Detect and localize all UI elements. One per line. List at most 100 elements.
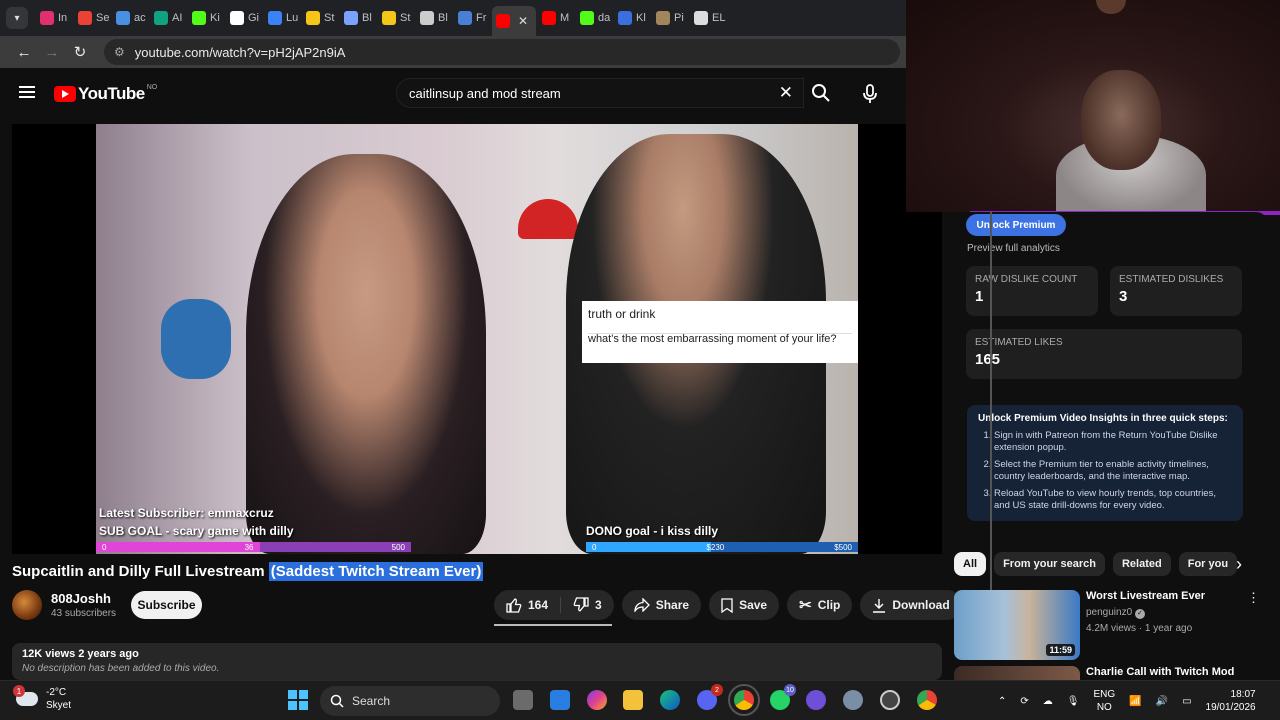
site-settings-icon[interactable]: ⚙ xyxy=(114,45,125,59)
dislike-button[interactable]: 3 xyxy=(561,590,614,620)
menu-hamburger-icon[interactable] xyxy=(19,86,35,98)
browser-tab[interactable]: In xyxy=(36,5,72,31)
recommendation-item[interactable]: 11:59 Worst Livestream Ever penguinz0 ✓ … xyxy=(954,590,1260,660)
windows-start-button[interactable] xyxy=(288,690,308,710)
like-button[interactable]: 164 xyxy=(494,590,560,620)
whatsapp-icon[interactable]: 10 xyxy=(770,684,796,710)
video-actions: 164 3 Share Save ✂ Clip Download ••• xyxy=(494,590,1000,626)
taskbar-search[interactable]: Search xyxy=(320,686,500,716)
browser-tab[interactable]: Se xyxy=(74,5,110,31)
cloud-sync-icon[interactable]: ☁ xyxy=(1043,696,1053,707)
browser-tab[interactable]: M xyxy=(538,5,574,31)
reload-icon[interactable]: ↻ xyxy=(66,43,94,61)
estimated-likes-card: ESTIMATED LIKES 165 xyxy=(966,329,1242,379)
share-button[interactable]: Share xyxy=(621,590,702,620)
clock[interactable]: 18:07 19/01/2026 xyxy=(1206,688,1256,714)
dono-goal-target: $500 xyxy=(834,542,852,552)
file-explorer-icon[interactable] xyxy=(623,690,643,710)
chip-related[interactable]: Related xyxy=(1112,552,1171,576)
settings-gear-icon[interactable] xyxy=(843,690,863,710)
chip-all[interactable]: All xyxy=(954,552,987,576)
webcam-overlay xyxy=(906,0,1280,212)
chrome-profile-icon[interactable] xyxy=(917,690,937,710)
save-button[interactable]: Save xyxy=(709,590,780,620)
channel-avatar[interactable] xyxy=(12,590,42,620)
search-button[interactable] xyxy=(804,78,838,108)
weather-badge: 1 xyxy=(13,685,25,697)
back-arrow-icon[interactable]: ← xyxy=(10,44,38,61)
app-icon[interactable] xyxy=(880,690,900,710)
edge-icon[interactable] xyxy=(660,690,680,710)
tab-search-menu-button[interactable]: ▾ xyxy=(6,7,28,29)
browser-tab[interactable]: Bl xyxy=(340,5,376,31)
description-box[interactable]: 12K views 2 years ago No description has… xyxy=(12,643,942,680)
scissors-icon: ✂ xyxy=(799,597,812,614)
clip-button[interactable]: ✂ Clip xyxy=(787,590,853,620)
battery-icon[interactable]: ▭ xyxy=(1182,696,1191,707)
store-icon[interactable] xyxy=(550,690,570,710)
url-field[interactable]: ⚙ youtube.com/watch?v=pH2jAP2n9iA xyxy=(104,39,900,65)
chip-from-your-search[interactable]: From your search xyxy=(994,552,1105,576)
forward-arrow-icon[interactable]: → xyxy=(38,44,66,61)
browser-tab-label: Lu xyxy=(286,12,299,24)
chevron-up-icon[interactable]: ⌃ xyxy=(998,696,1006,707)
browser-tab[interactable]: Pi xyxy=(652,5,688,31)
browser-tab-label: EL xyxy=(712,12,726,24)
copilot-icon[interactable] xyxy=(587,690,607,710)
browser-tab[interactable]: St xyxy=(302,5,338,31)
chat-app-icon[interactable] xyxy=(806,690,826,710)
browser-tab[interactable]: Kl xyxy=(614,5,650,31)
browser-tab[interactable]: St xyxy=(378,5,414,31)
sync-icon[interactable]: ⟳ xyxy=(1020,696,1028,707)
recommendation-channel[interactable]: penguinz0 ✓ xyxy=(1086,607,1236,619)
youtube-logo[interactable]: YouTube NO xyxy=(54,84,157,104)
recommendation-item[interactable]: Charlie Call with Twitch Mod ⋮ xyxy=(954,666,1236,680)
wifi-icon[interactable]: 📶 xyxy=(1129,696,1141,707)
doc-icon xyxy=(458,11,472,25)
recommendation-title[interactable]: Worst Livestream Ever xyxy=(1086,590,1236,602)
lunar-icon xyxy=(268,11,282,25)
unlock-premium-button[interactable]: Unlock Premium xyxy=(966,214,1066,236)
more-vertical-icon[interactable]: ⋮ xyxy=(1247,590,1260,606)
openai-icon xyxy=(154,11,168,25)
browser-tab[interactable]: ac xyxy=(112,5,148,31)
dono-goal-current: $230 xyxy=(706,542,725,552)
chevron-right-icon[interactable]: › xyxy=(1228,553,1250,575)
language-indicator[interactable]: ENG NO xyxy=(1093,688,1115,714)
subscriber-count: 43 subscribers xyxy=(51,608,117,619)
recommendation-title[interactable]: Charlie Call with Twitch Mod xyxy=(1086,666,1236,678)
premium-step: Reload YouTube to view hourly trends, to… xyxy=(994,488,1232,512)
dono-goal-start: 0 xyxy=(592,542,597,552)
browser-tab[interactable]: Gi xyxy=(226,5,262,31)
discord-icon[interactable]: 2 xyxy=(697,684,723,710)
browser-tab[interactable]: Fr xyxy=(454,5,490,31)
chrome-icon[interactable] xyxy=(728,684,760,716)
close-tab-icon[interactable]: ✕ xyxy=(518,14,528,28)
browser-tab[interactable]: ✕ xyxy=(492,6,536,36)
browser-tab-label: St xyxy=(324,12,335,24)
premium-steps-list: Sign in with Patreon from the Return You… xyxy=(978,430,1232,512)
sub-goal-bar: 0 36 500 xyxy=(96,542,411,552)
volume-icon[interactable]: 🔊 xyxy=(1156,696,1168,707)
truth-or-drink-card: truth or drink what's the most embarrass… xyxy=(582,301,858,363)
search-input[interactable]: caitlinsup and mod stream ✕ xyxy=(396,78,804,108)
video-thumbnail[interactable] xyxy=(954,666,1080,680)
voice-search-button[interactable] xyxy=(856,80,884,108)
subscribe-button[interactable]: Subscribe xyxy=(131,591,202,619)
crown-icon xyxy=(382,11,396,25)
microphone-tray-icon[interactable]: 🎙 xyxy=(1067,696,1080,707)
browser-tab[interactable]: Bl xyxy=(416,5,452,31)
browser-tab[interactable]: EL xyxy=(690,5,726,31)
channel-name[interactable]: 808Joshh xyxy=(51,591,116,606)
download-button[interactable]: Download xyxy=(860,590,962,620)
browser-tab[interactable]: Lu xyxy=(264,5,300,31)
task-view-icon[interactable] xyxy=(513,690,533,710)
video-player[interactable]: truth or drink what's the most embarrass… xyxy=(12,124,942,554)
browser-tab[interactable]: Ki xyxy=(188,5,224,31)
browser-tab[interactable]: AI xyxy=(150,5,186,31)
weather-widget[interactable]: 1 -2°C Skyet xyxy=(13,685,71,712)
estimated-dislikes-card: ESTIMATED DISLIKES 3 xyxy=(1110,266,1242,316)
clear-search-icon[interactable]: ✕ xyxy=(779,83,793,103)
browser-tab[interactable]: da xyxy=(576,5,612,31)
video-thumbnail[interactable]: 11:59 xyxy=(954,590,1080,660)
